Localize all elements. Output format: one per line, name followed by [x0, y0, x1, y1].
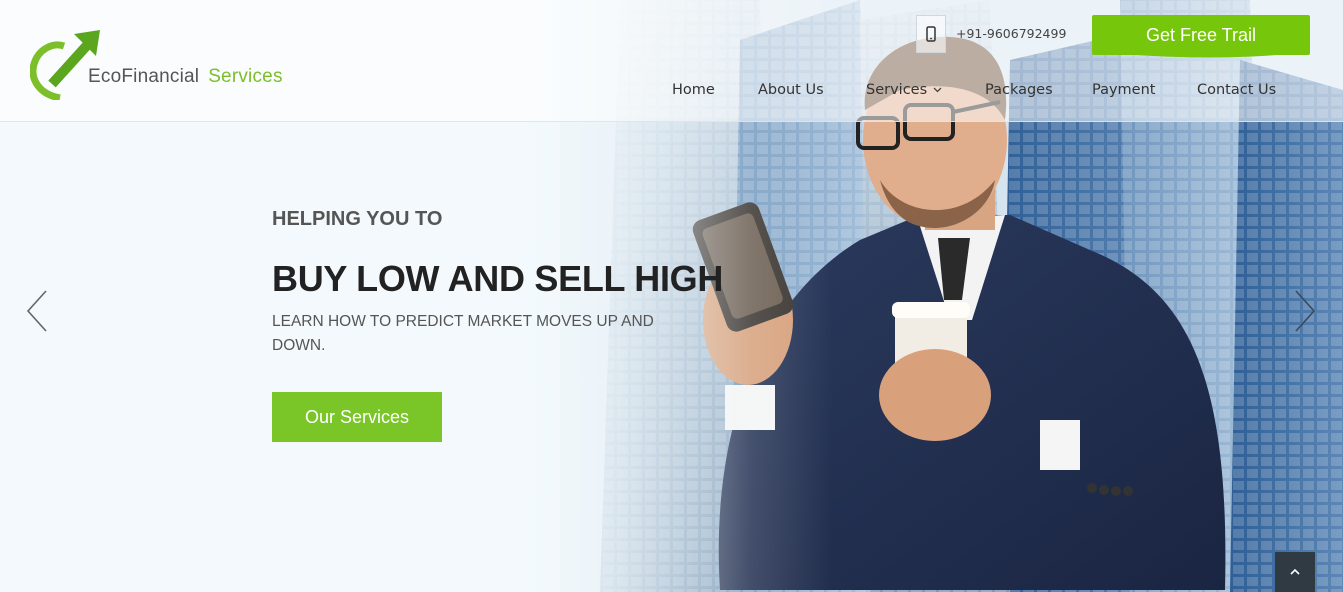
nav-item-home[interactable]: Home: [672, 80, 715, 100]
nav-item-services[interactable]: Services: [866, 80, 942, 100]
chevron-right-icon[interactable]: [1290, 288, 1318, 334]
nav-label: Packages: [985, 82, 1053, 98]
chevron-up-icon: [1290, 568, 1300, 575]
nav-label: Contact Us: [1197, 82, 1277, 98]
nav-item-packages[interactable]: Packages: [985, 80, 1053, 100]
hero-headline: BUY LOW AND SELL HIGH: [272, 258, 724, 299]
nav-label: Home: [672, 82, 715, 98]
nav-label: Services: [866, 82, 928, 98]
phone-number[interactable]: +91-9606792499: [956, 26, 1066, 41]
nav-item-contact-us[interactable]: Contact Us: [1197, 80, 1276, 100]
phone-icon-box: [916, 15, 946, 53]
rising-arrow-logo-icon: [30, 30, 100, 100]
hero-kicker: HELPING YOU TO: [272, 208, 443, 230]
nav-label: About Us: [758, 82, 824, 98]
chevron-down-icon: [933, 87, 942, 93]
nav-label: Payment: [1092, 82, 1156, 98]
our-services-button[interactable]: Our Services: [272, 392, 442, 442]
trial-button-swoosh: [1092, 46, 1310, 58]
hero-subline: LEARN HOW TO PREDICT MARKET MOVES UP AND…: [272, 313, 654, 354]
chevron-left-icon[interactable]: [24, 288, 52, 334]
brand-name-primary: EcoFinancial: [88, 66, 200, 87]
nav-item-about-us[interactable]: About Us: [758, 80, 824, 100]
scroll-to-top-button[interactable]: [1275, 552, 1315, 592]
nav-item-payment[interactable]: Payment: [1092, 80, 1155, 100]
brand-logo[interactable]: EcoFinancial Services: [30, 28, 310, 100]
site-header: EcoFinancial Services +91-9606792499 Get …: [0, 0, 1343, 122]
brand-name-secondary: Services: [208, 66, 283, 87]
mobile-phone-icon: [926, 26, 936, 42]
